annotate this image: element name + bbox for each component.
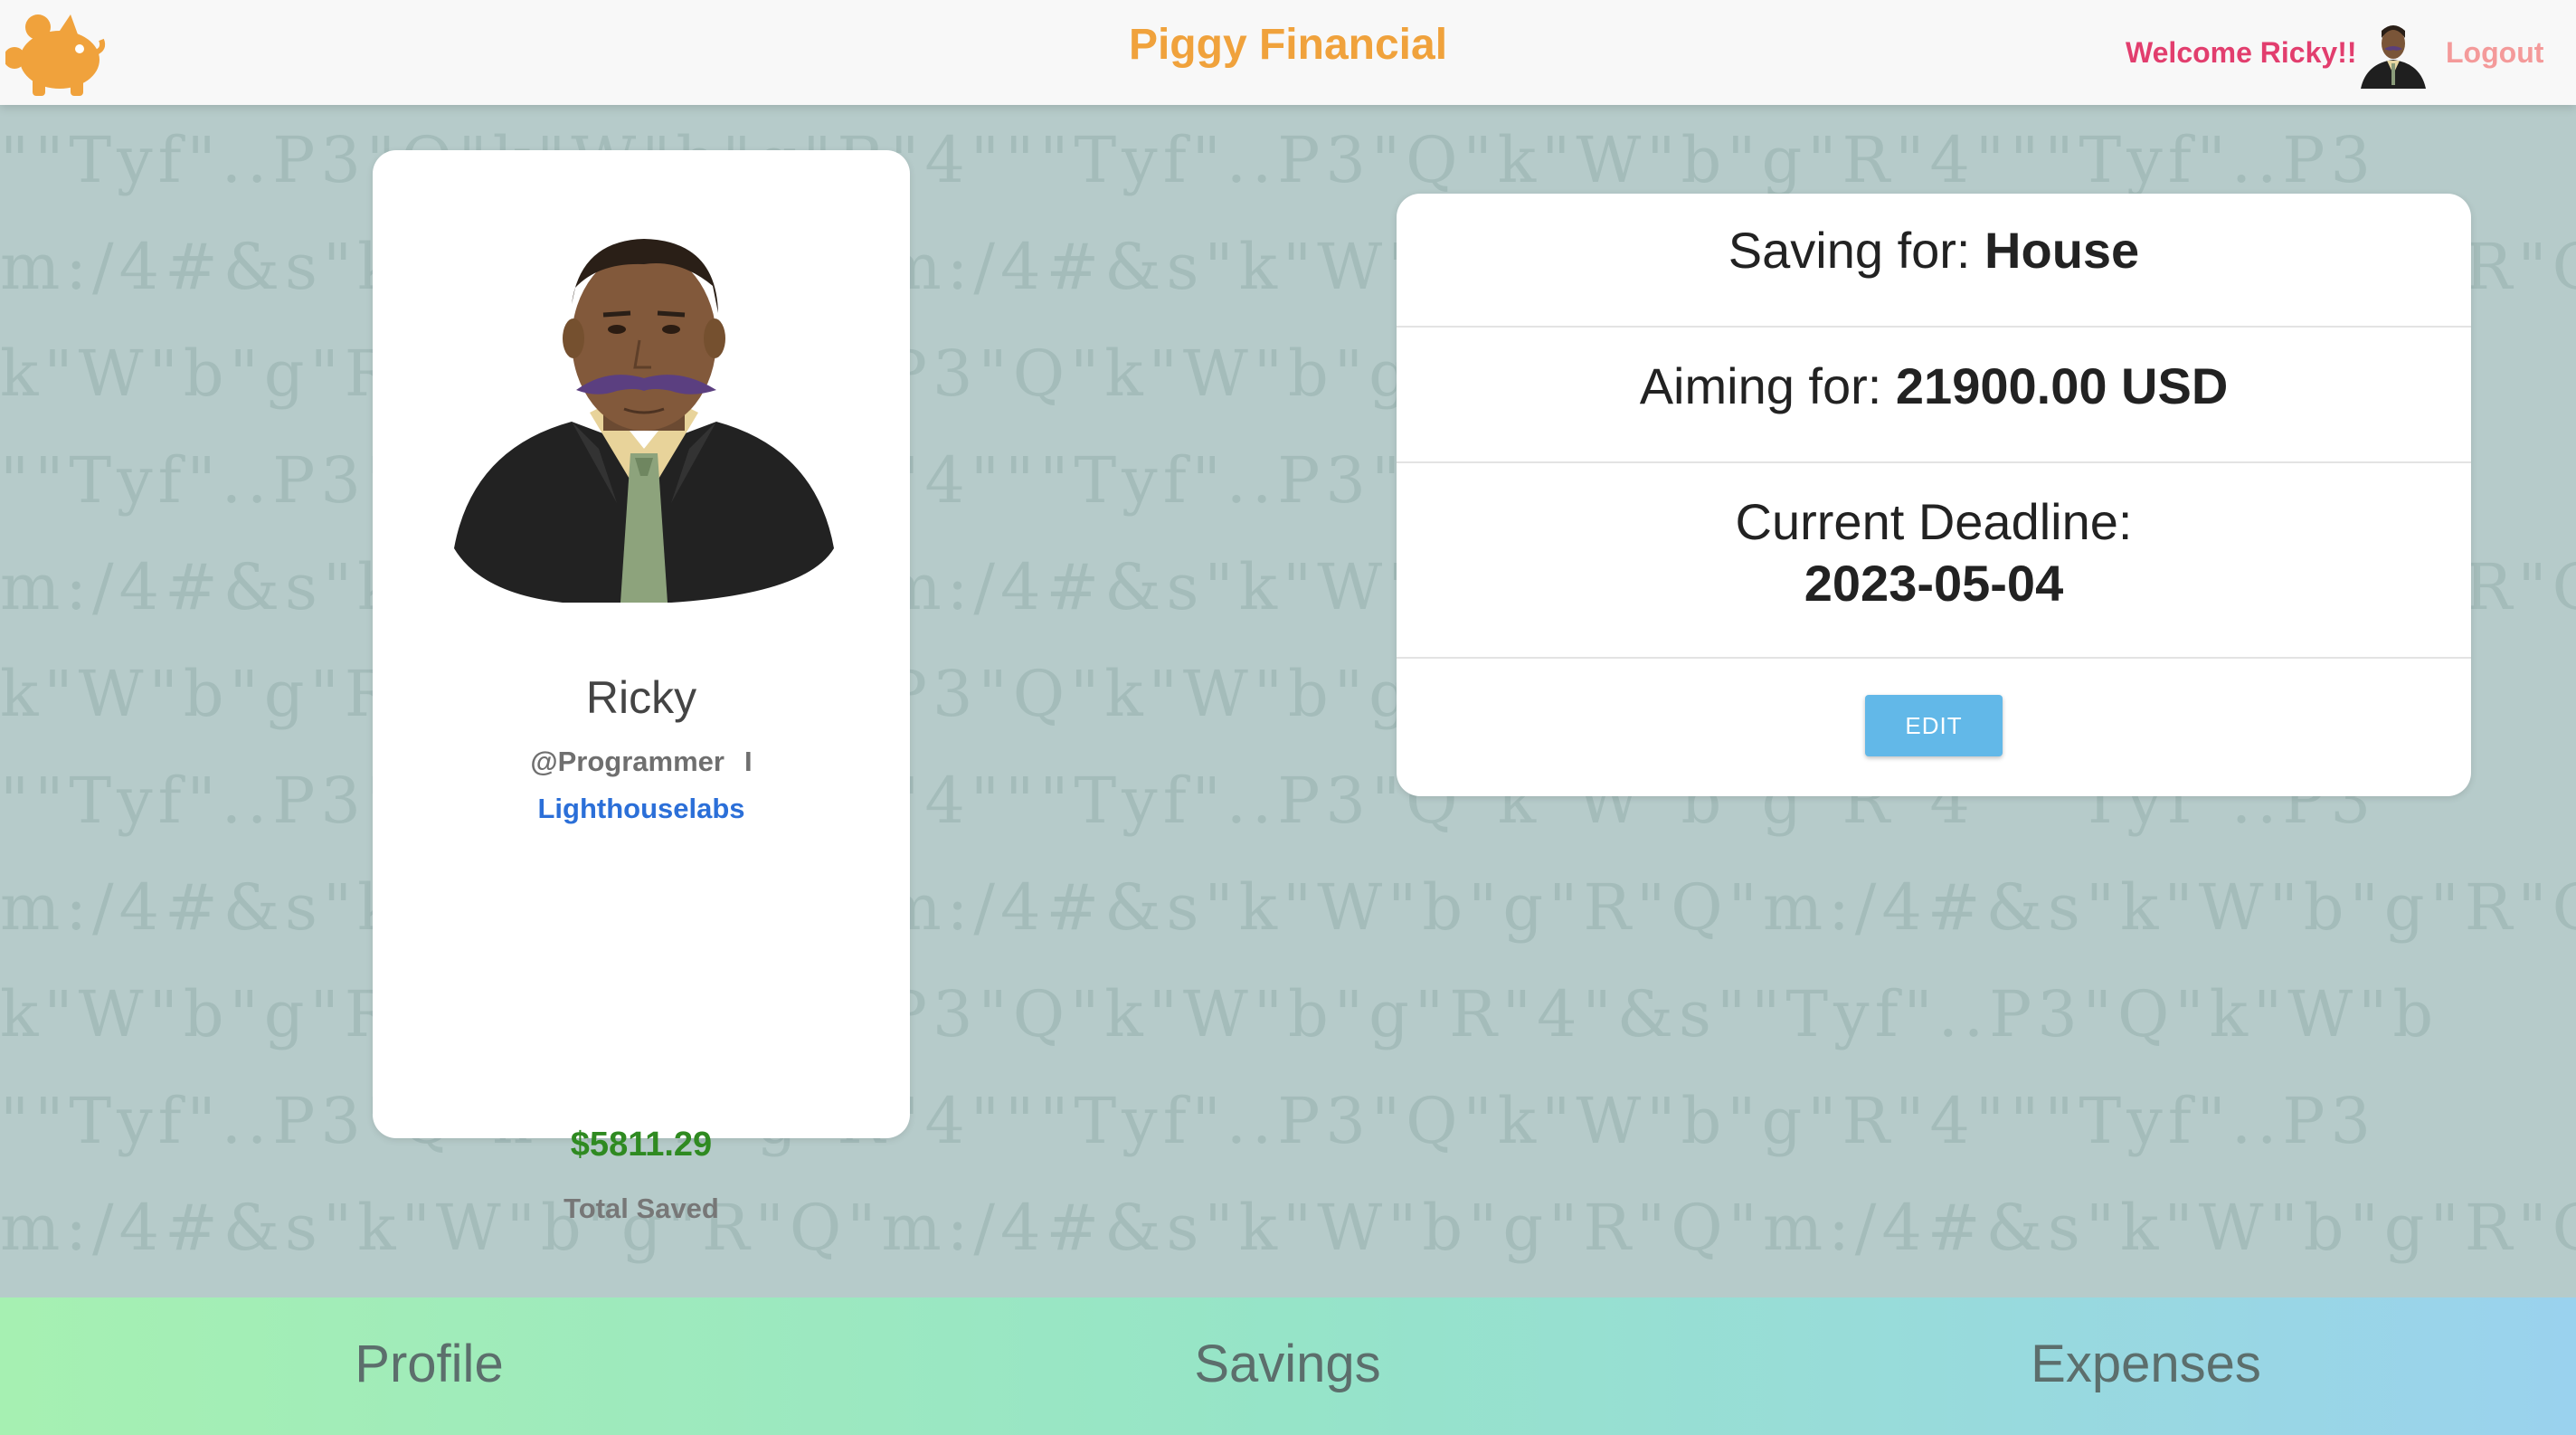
aiming-for-label: Aiming for: <box>1639 357 1882 414</box>
divider <box>1397 326 2471 328</box>
saving-for-value: House <box>1984 222 2140 279</box>
profile-company-link[interactable]: Lighthouselabs <box>373 793 910 825</box>
aiming-for-row: Aiming for: 21900.00 USD <box>1397 356 2471 415</box>
savings-goal-card: Saving for: House Aiming for: 21900.00 U… <box>1397 194 2471 796</box>
profile-handle-line: @Programmer I <box>373 746 910 778</box>
total-saved-amount: $5811.29 <box>570 1126 713 1164</box>
edit-goal-button[interactable]: EDIT <box>1865 695 2003 756</box>
profile-separator: I <box>743 746 753 777</box>
saving-for-label: Saving for: <box>1728 222 1971 279</box>
deadline-value: 2023-05-04 <box>1804 555 2064 612</box>
divider <box>1397 657 2471 659</box>
logout-link[interactable]: Logout <box>2446 36 2543 70</box>
aiming-for-value: 21900.00 USD <box>1895 357 2229 414</box>
top-navbar: Piggy Financial Welcome Ricky!! Logout <box>0 0 2576 105</box>
tab-profile[interactable]: Profile <box>0 1297 858 1435</box>
profile-name: Ricky <box>585 672 697 723</box>
welcome-message: Welcome Ricky!! <box>2126 36 2357 69</box>
user-avatar[interactable] <box>2357 16 2429 89</box>
divider <box>1397 461 2471 463</box>
total-saved-label: Total Saved <box>564 1193 719 1224</box>
profile-card: Ricky @Programmer I Lighthouselabs $5811.… <box>373 150 910 1224</box>
profile-avatar <box>454 239 834 603</box>
tab-expenses[interactable]: Expenses <box>1717 1297 2575 1435</box>
saving-for-row: Saving for: House <box>1397 221 2471 280</box>
tab-savings[interactable]: Savings <box>858 1297 1717 1435</box>
bottom-navigation: Profile Savings Expenses <box>0 1297 2576 1435</box>
profile-handle: @Programmer <box>530 746 724 777</box>
deadline-label: Current Deadline: <box>1735 493 2133 550</box>
